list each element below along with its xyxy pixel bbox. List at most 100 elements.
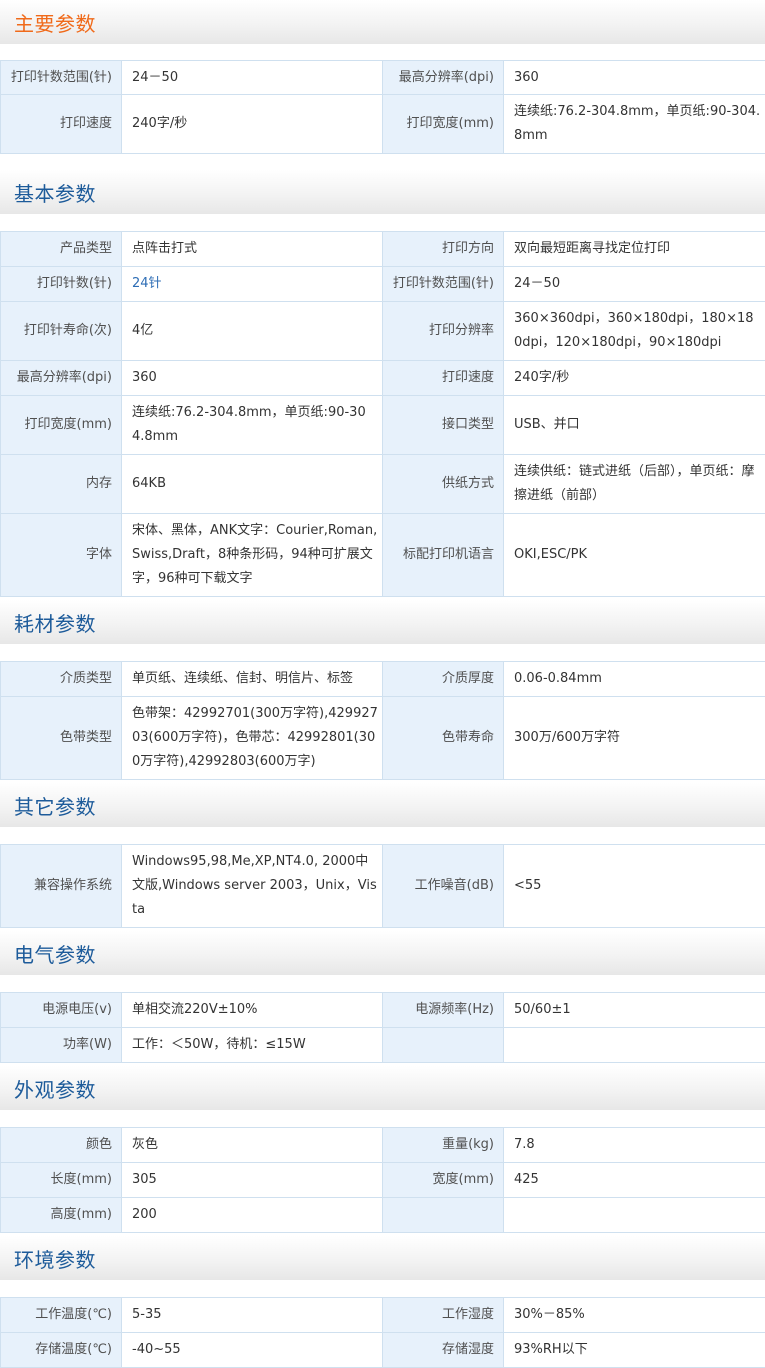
table-row: 打印针寿命(次)4亿打印分辨率360×360dpi，360×180dpi，180… [1,302,765,361]
spec-label: 介质厚度 [383,662,504,697]
spec-label: 最高分辨率(dpi) [1,361,122,396]
spec-table: 颜色灰色重量(kg)7.8长度(mm)305宽度(mm)425高度(mm)200 [0,1127,765,1233]
section-header: 电气参数 [0,931,765,975]
spec-label: 打印针数(针) [1,267,122,302]
spec-label: 色带类型 [1,697,122,780]
table-row: 字体宋体、黑体，ANK文字：Courier,Roman,Swiss,Draft，… [1,514,765,597]
section-header: 环境参数 [0,1236,765,1280]
spec-value: Windows95,98,Me,XP,NT4.0, 2000中文版,Window… [122,845,383,928]
table-row: 内存64KB供纸方式连续供纸：链式进纸（后部），单页纸：摩擦进纸（前部） [1,455,765,514]
basic-params-section: 基本参数产品类型点阵击打式打印方向双向最短距离寻找定位打印打印针数(针)24针打… [0,170,765,597]
spec-label: 产品类型 [1,232,122,267]
spec-label: 色带寿命 [383,697,504,780]
spec-label: 电源电压(v) [1,993,122,1028]
spec-label: 打印宽度(mm) [383,95,504,154]
spec-value: 色带架：42992701(300万字符),42992703(600万字符)，色带… [122,697,383,780]
spec-label: 最高分辨率(dpi) [383,61,504,95]
spec-value: -40~55 [122,1333,383,1368]
spec-label: 供纸方式 [383,455,504,514]
section-header: 耗材参数 [0,600,765,644]
section-title: 电气参数 [14,939,96,968]
environment-params-section: 环境参数工作温度(℃)5-35工作湿度30%－85%存储温度(℃)-40~55存… [0,1236,765,1368]
table-row: 工作温度(℃)5-35工作湿度30%－85% [1,1298,765,1333]
table-row: 最高分辨率(dpi)360打印速度240字/秒 [1,361,765,396]
spec-value: 425 [504,1163,765,1198]
spec-label: 存储湿度 [383,1333,504,1368]
table-row: 电源电压(v)单相交流220V±10%电源频率(Hz)50/60±1 [1,993,765,1028]
table-row: 长度(mm)305宽度(mm)425 [1,1163,765,1198]
section-header: 主要参数 [0,0,765,44]
spec-value: 64KB [122,455,383,514]
spec-value: 24－50 [504,267,765,302]
spec-label: 打印宽度(mm) [1,396,122,455]
spec-value: 24针 [122,267,383,302]
table-row: 色带类型色带架：42992701(300万字符),42992703(600万字符… [1,697,765,780]
section-title: 主要参数 [14,8,96,37]
spec-label [383,1198,504,1233]
spec-table: 介质类型单页纸、连续纸、信封、明信片、标签介质厚度0.06-0.84mm色带类型… [0,661,765,780]
table-row: 介质类型单页纸、连续纸、信封、明信片、标签介质厚度0.06-0.84mm [1,662,765,697]
spec-value: 300万/600万字符 [504,697,765,780]
spec-label: 打印速度 [383,361,504,396]
spec-table: 工作温度(℃)5-35工作湿度30%－85%存储温度(℃)-40~55存储湿度9… [0,1297,765,1368]
spec-label: 打印速度 [1,95,122,154]
spec-value: 30%－85% [504,1298,765,1333]
spec-label: 打印针数范围(针) [383,267,504,302]
spec-value: OKI,ESC/PK [504,514,765,597]
spec-value: 单页纸、连续纸、信封、明信片、标签 [122,662,383,697]
spec-value: 连续供纸：链式进纸（后部），单页纸：摩擦进纸（前部） [504,455,765,514]
section-title: 基本参数 [14,178,96,207]
spec-label: 高度(mm) [1,1198,122,1233]
table-row: 打印速度240字/秒打印宽度(mm)连续纸:76.2-304.8mm，单页纸:9… [1,95,765,154]
spec-value: 双向最短距离寻找定位打印 [504,232,765,267]
spec-value: 93%RH以下 [504,1333,765,1368]
spec-label: 存储温度(℃) [1,1333,122,1368]
spec-label: 打印方向 [383,232,504,267]
section-title: 外观参数 [14,1074,96,1103]
other-params-section: 其它参数兼容操作系统Windows95,98,Me,XP,NT4.0, 2000… [0,783,765,928]
spec-label: 工作噪音(dB) [383,845,504,928]
spec-value: 200 [122,1198,383,1233]
spec-value: 4亿 [122,302,383,361]
spec-table: 产品类型点阵击打式打印方向双向最短距离寻找定位打印打印针数(针)24针打印针数范… [0,231,765,597]
spec-value: 360 [504,61,765,95]
spec-label: 字体 [1,514,122,597]
table-row: 高度(mm)200 [1,1198,765,1233]
spec-label: 电源频率(Hz) [383,993,504,1028]
spec-label: 颜色 [1,1128,122,1163]
spec-label: 长度(mm) [1,1163,122,1198]
spec-value [504,1198,765,1233]
spec-value: 7.8 [504,1128,765,1163]
spec-label: 兼容操作系统 [1,845,122,928]
spec-value: 灰色 [122,1128,383,1163]
table-row: 打印针数范围(针)24－50最高分辨率(dpi)360 [1,61,765,95]
spec-value: 360 [122,361,383,396]
table-row: 功率(W)工作：＜50W，待机：≤15W [1,1028,765,1063]
section-title: 环境参数 [14,1244,96,1273]
spec-value: 宋体、黑体，ANK文字：Courier,Roman,Swiss,Draft，8种… [122,514,383,597]
table-row: 颜色灰色重量(kg)7.8 [1,1128,765,1163]
spec-label: 打印针数范围(针) [1,61,122,95]
spec-value: 单相交流220V±10% [122,993,383,1028]
appearance-params-section: 外观参数颜色灰色重量(kg)7.8长度(mm)305宽度(mm)425高度(mm… [0,1066,765,1233]
spec-table: 电源电压(v)单相交流220V±10%电源频率(Hz)50/60±1功率(W)工… [0,992,765,1063]
spec-value: USB、并口 [504,396,765,455]
spec-label: 打印针寿命(次) [1,302,122,361]
spec-value: 240字/秒 [504,361,765,396]
spec-table: 兼容操作系统Windows95,98,Me,XP,NT4.0, 2000中文版,… [0,844,765,928]
spec-label: 重量(kg) [383,1128,504,1163]
spec-value: 工作：＜50W，待机：≤15W [122,1028,383,1063]
table-row: 兼容操作系统Windows95,98,Me,XP,NT4.0, 2000中文版,… [1,845,765,928]
spec-value: 5-35 [122,1298,383,1333]
spec-label: 功率(W) [1,1028,122,1063]
spec-label: 打印分辨率 [383,302,504,361]
main-params-section: 主要参数打印针数范围(针)24－50最高分辨率(dpi)360打印速度240字/… [0,0,765,154]
spec-label: 接口类型 [383,396,504,455]
spec-value [504,1028,765,1063]
spec-label: 宽度(mm) [383,1163,504,1198]
section-header: 外观参数 [0,1066,765,1110]
spec-value: 连续纸:76.2-304.8mm，单页纸:90-304.8mm [504,95,765,154]
spec-value: 240字/秒 [122,95,383,154]
table-row: 打印宽度(mm)连续纸:76.2-304.8mm，单页纸:90-304.8mm接… [1,396,765,455]
table-row: 存储温度(℃)-40~55存储湿度93%RH以下 [1,1333,765,1368]
